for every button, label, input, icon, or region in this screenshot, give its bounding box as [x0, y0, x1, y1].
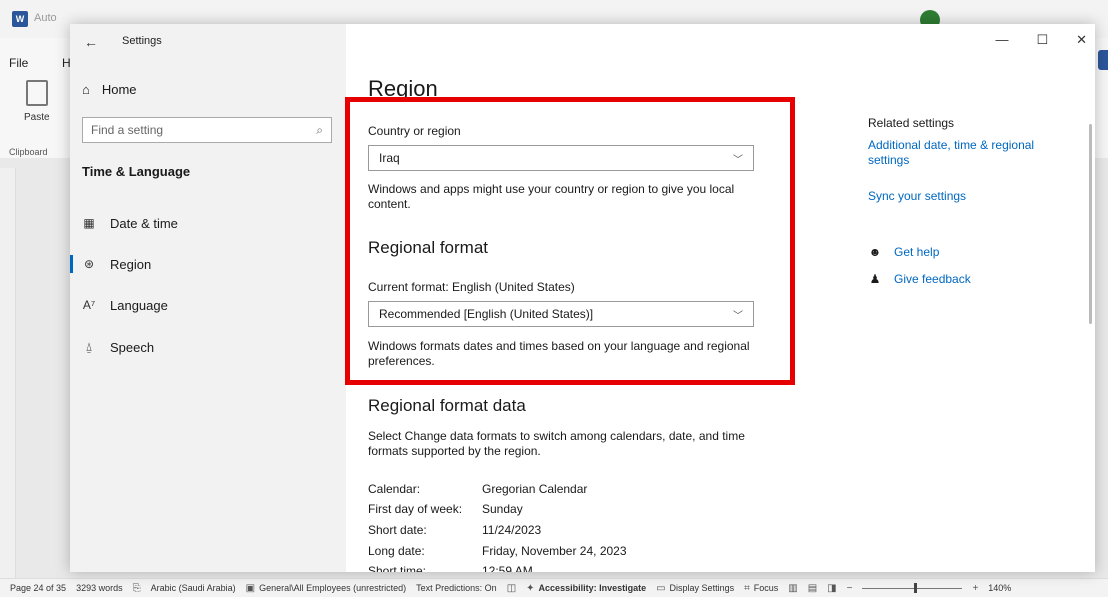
data-value: 11/24/2023	[482, 523, 542, 537]
chevron-down-icon: ﹀	[733, 310, 743, 322]
data-value: Friday, November 24, 2023	[482, 544, 627, 558]
related-settings-title: Related settings	[868, 116, 955, 130]
format-data-description: Select Change data formats to switch amo…	[368, 429, 745, 458]
format-description: Windows formats dates and times based on…	[368, 339, 750, 368]
data-row: Long date: Friday, November 24, 2023	[368, 544, 627, 558]
zoom-level[interactable]: 140%	[988, 583, 1011, 593]
web-layout-icon[interactable]: ◨	[827, 583, 836, 594]
language-status[interactable]: Arabic (Saudi Arabia)	[151, 583, 236, 593]
calendar-clock-icon: ▦	[83, 216, 95, 230]
data-row: Calendar: Gregorian Calendar	[368, 482, 587, 496]
word-logo-icon: W	[12, 11, 28, 27]
country-dropdown[interactable]: Iraq ﹀	[368, 145, 754, 171]
zoom-in-icon[interactable]: +	[972, 583, 978, 594]
accessibility-icon: ✦	[526, 582, 535, 594]
regional-format-heading: Regional format	[368, 238, 489, 257]
chevron-down-icon: ﹀	[733, 154, 743, 166]
current-format-label: Current format: English (United States)	[368, 280, 575, 294]
sensitivity-label: General\All Employees (unrestricted)	[259, 583, 407, 593]
word-status-bar: Page 24 of 35 3293 words ⎘ Arabic (Saudi…	[0, 578, 1108, 597]
read-mode-icon[interactable]: ▥	[788, 583, 797, 594]
page-count[interactable]: Page 24 of 35	[10, 583, 66, 593]
clipboard-group-label: Clipboard	[9, 147, 48, 157]
text-predictions-status[interactable]: Text Predictions: On	[416, 583, 497, 593]
sensitivity-icon: ▣	[245, 582, 256, 594]
data-row: Short date: 11/24/2023	[368, 523, 541, 537]
find-setting-input[interactable]: Find a setting ⌕	[82, 117, 332, 143]
display-settings-button[interactable]: ▭ Display Settings	[656, 583, 734, 594]
accessibility-label: Accessibility: Investigate	[538, 583, 647, 593]
format-data-heading: Regional format data	[368, 396, 526, 415]
paste-icon[interactable]	[26, 80, 48, 106]
format-value: Recommended [English (United States)]	[379, 307, 594, 321]
country-description: Windows and apps might use your country …	[368, 182, 735, 211]
country-value: Iraq	[379, 151, 400, 165]
data-value: 12:59 AM	[482, 564, 533, 572]
give-feedback-label: Give feedback	[894, 272, 971, 286]
data-value: Gregorian Calendar	[482, 482, 588, 496]
focus-icon: ⌗	[744, 582, 750, 594]
focus-label: Focus	[753, 583, 779, 593]
paste-button[interactable]: Paste	[24, 112, 50, 123]
data-key: First day of week:	[368, 502, 463, 516]
search-icon: ⌕	[316, 122, 323, 137]
additional-settings-link[interactable]: Additional date, time & regional setting…	[868, 138, 1058, 168]
nav-home[interactable]: ⌂ Home	[82, 82, 137, 97]
nav-item-date-time[interactable]: ▦ Date & time	[70, 208, 346, 238]
nav-item-region[interactable]: ⊛ Region	[70, 249, 346, 279]
display-label: Display Settings	[669, 583, 735, 593]
nav-item-label: Speech	[110, 339, 155, 355]
settings-window: ← Settings ⌂ Home Find a setting ⌕ Time …	[70, 24, 1095, 572]
window-title: Settings	[122, 35, 162, 47]
settings-nav-pane: ← Settings ⌂ Home Find a setting ⌕ Time …	[70, 24, 346, 572]
share-button[interactable]	[1098, 50, 1108, 70]
microphone-icon: ⍙	[85, 339, 93, 354]
nav-item-speech[interactable]: ⍙ Speech	[70, 332, 346, 362]
data-row: Short time: 12:59 AM	[368, 564, 533, 572]
data-key: Short time:	[368, 564, 427, 572]
zoom-slider[interactable]	[862, 582, 963, 593]
nav-section-title: Time & Language	[82, 164, 191, 179]
get-help-label: Get help	[894, 245, 940, 259]
sync-settings-link[interactable]: Sync your settings	[868, 189, 1058, 204]
search-placeholder: Find a setting	[91, 123, 164, 137]
zoom-out-icon[interactable]: −	[847, 583, 853, 594]
data-row: First day of week: Sunday	[368, 502, 523, 516]
print-layout-icon[interactable]: ▤	[808, 583, 817, 594]
country-label: Country or region	[368, 124, 461, 138]
help-chat-icon: ☻	[868, 245, 882, 259]
back-arrow-icon[interactable]: ←	[84, 34, 98, 50]
sensitivity-status[interactable]: ▣ General\All Employees (unrestricted)	[246, 583, 407, 594]
scrollbar[interactable]	[1089, 124, 1092, 324]
file-tab[interactable]: File	[9, 56, 28, 70]
page-title: Region	[368, 76, 438, 101]
macro-icon[interactable]: ◫	[507, 583, 516, 594]
nav-home-label: Home	[101, 82, 137, 97]
nav-item-language[interactable]: A⁷ Language	[70, 290, 346, 320]
proofing-icon[interactable]: ⎘	[133, 583, 141, 594]
data-value: Sunday	[482, 502, 523, 516]
nav-item-label: Date & time	[110, 215, 178, 231]
autosave-label: Auto	[34, 12, 57, 24]
regional-format-dropdown[interactable]: Recommended [English (United States)] ﹀	[368, 301, 754, 327]
nav-item-label: Language	[110, 297, 168, 313]
display-icon: ▭	[656, 582, 666, 594]
data-key: Short date:	[368, 523, 427, 537]
data-key: Long date:	[368, 544, 425, 558]
feedback-icon: ♟	[869, 272, 881, 286]
language-icon: A⁷	[82, 298, 96, 312]
get-help-link[interactable]: ☻ Get help	[868, 245, 940, 259]
data-key: Calendar:	[368, 482, 421, 496]
vertical-ruler	[0, 168, 16, 578]
accessibility-status[interactable]: ✦ Accessibility: Investigate	[526, 583, 646, 594]
give-feedback-link[interactable]: ♟ Give feedback	[868, 272, 971, 286]
globe-icon: ⊛	[83, 257, 95, 271]
nav-item-label: Region	[110, 256, 152, 272]
word-count[interactable]: 3293 words	[76, 583, 123, 593]
focus-button[interactable]: ⌗ Focus	[744, 583, 778, 594]
home-icon: ⌂	[82, 82, 90, 97]
settings-content: Region Country or region Iraq ﹀ Windows …	[346, 24, 1095, 572]
